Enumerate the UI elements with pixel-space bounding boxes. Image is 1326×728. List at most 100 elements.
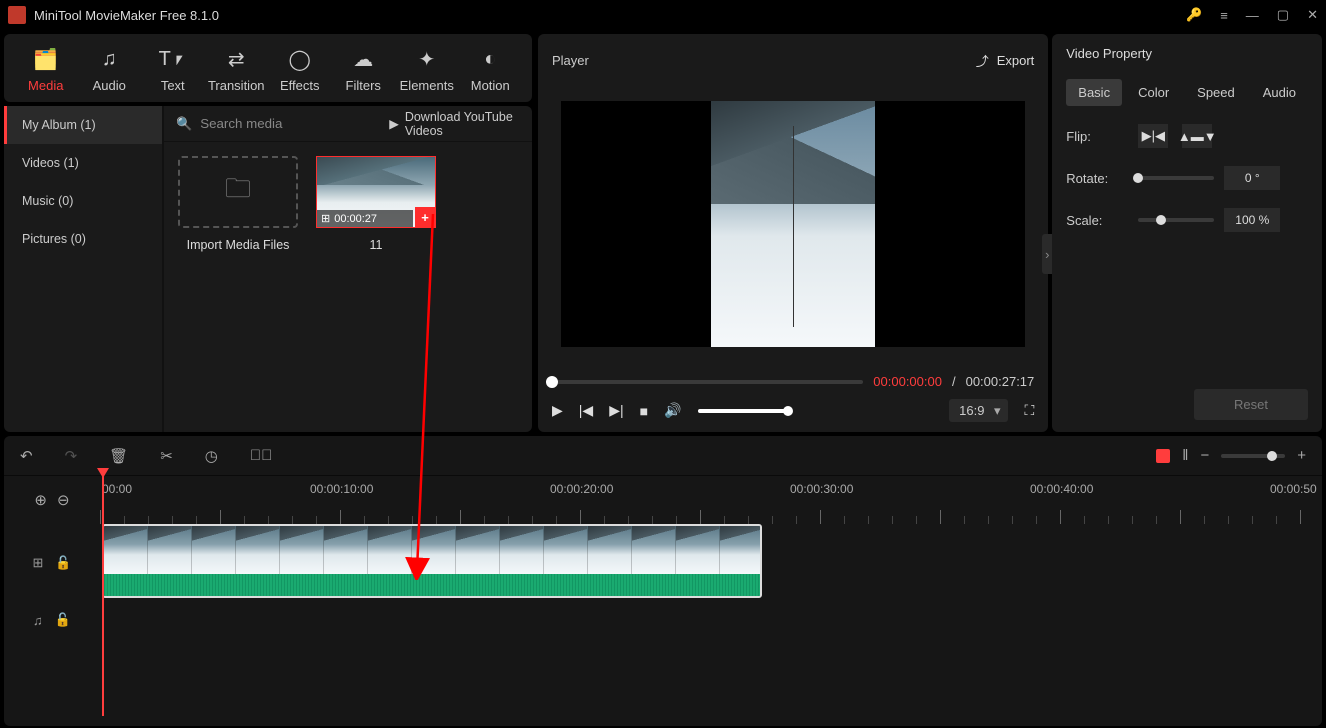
filmstrip-icon: ⊞ xyxy=(321,212,330,225)
tab-audio[interactable]: ♫Audio xyxy=(78,38,142,102)
ruler-label-5: 00:00:50 xyxy=(1270,482,1317,496)
export-label: Export xyxy=(997,53,1035,68)
sidebar-item-videos[interactable]: Videos (1) xyxy=(4,144,162,182)
tab-motion[interactable]: ◐Motion xyxy=(459,38,523,102)
tab-filters-label: Filters xyxy=(346,78,381,93)
ruler-label-2: 00:00:20:00 xyxy=(550,482,613,496)
tab-effects[interactable]: ◯Effects xyxy=(268,38,332,102)
export-button[interactable]: ⤴ Export xyxy=(976,51,1035,70)
key-icon[interactable]: 🔑 xyxy=(1186,7,1202,23)
ruler-label-4: 00:00:40:00 xyxy=(1030,482,1093,496)
prop-tab-basic[interactable]: Basic xyxy=(1066,79,1122,106)
split-button[interactable]: ✂ xyxy=(160,447,173,465)
maximize-icon[interactable]: ▢ xyxy=(1277,7,1289,23)
flip-vertical-button[interactable]: ▲▬▼ xyxy=(1182,124,1212,148)
search-input[interactable] xyxy=(200,116,377,131)
sidebar-item-music[interactable]: Music (0) xyxy=(4,182,162,220)
next-frame-button[interactable]: ▶| xyxy=(609,402,623,419)
close-icon[interactable]: ✕ xyxy=(1307,7,1318,23)
tab-elements-label: Elements xyxy=(400,78,454,93)
time-separator: / xyxy=(952,374,956,389)
download-youtube-link[interactable]: ▶ Download YouTube Videos xyxy=(389,110,520,138)
video-track-lock-icon[interactable]: 🔓 xyxy=(55,555,71,571)
crop-button[interactable]: ✂⃞ xyxy=(250,447,273,464)
scale-slider[interactable] xyxy=(1138,218,1214,222)
timeline-clip[interactable]: ⊞11 xyxy=(102,524,762,598)
tab-media-label: Media xyxy=(28,78,63,93)
ruler-label-3: 00:00:30:00 xyxy=(790,482,853,496)
prop-tab-audio[interactable]: Audio xyxy=(1251,79,1308,106)
transition-icon: ⇄ xyxy=(228,48,245,72)
tab-filters[interactable]: ☁ Filters xyxy=(332,38,396,102)
clip-name-label: 11 xyxy=(316,238,436,252)
tab-text[interactable]: T⎖Text xyxy=(141,38,205,102)
volume-icon[interactable]: 🔊 xyxy=(664,402,681,419)
speed-button[interactable]: ◷ xyxy=(205,447,218,465)
music-track-lock-icon[interactable]: 🔓 xyxy=(55,612,71,628)
sidebar-item-myalbum[interactable]: My Album (1) xyxy=(4,106,162,144)
clip-duration: 00:00:27 xyxy=(334,213,377,225)
tab-transition-label: Transition xyxy=(208,78,265,93)
ruler-label-1: 00:00:10:00 xyxy=(310,482,373,496)
video-track[interactable]: ⊞11 xyxy=(100,524,1322,602)
import-media-box[interactable]: 🗀 xyxy=(178,156,298,228)
add-clip-button[interactable]: + xyxy=(415,207,435,227)
tab-media[interactable]: 🗂️ Media xyxy=(14,38,78,102)
snap-button[interactable]: ‖ xyxy=(1182,447,1188,464)
media-clip-thumb[interactable]: ⊞ 00:00:27 + xyxy=(316,156,436,228)
timeline-ruler[interactable]: 00:00 00:00:10:00 00:00:20:00 00:00:30:0… xyxy=(100,476,1322,524)
undo-button[interactable]: ↶ xyxy=(20,447,33,465)
add-track-button[interactable]: ⊕ xyxy=(34,491,47,509)
scale-value[interactable]: 100 % xyxy=(1224,208,1280,232)
reset-button[interactable]: Reset xyxy=(1194,389,1308,420)
ruler-label-0: 00:00 xyxy=(102,482,132,496)
rotate-slider[interactable] xyxy=(1138,176,1214,180)
flip-horizontal-button[interactable]: ▶|◀ xyxy=(1138,124,1168,148)
remove-track-button[interactable]: ⊖ xyxy=(57,491,70,509)
volume-slider[interactable] xyxy=(698,409,788,413)
fullscreen-button[interactable]: ⛶ xyxy=(1024,402,1034,419)
redo-button[interactable]: ↷ xyxy=(65,447,78,465)
aspect-ratio-select[interactable]: 16:9 xyxy=(949,399,1008,422)
sidebar-item-pictures[interactable]: Pictures (0) xyxy=(4,220,162,258)
sparkle-icon: ✦ xyxy=(418,48,435,72)
time-total: 00:00:27:17 xyxy=(966,374,1035,389)
export-icon: ⤴ xyxy=(976,51,989,70)
youtube-icon: ▶ xyxy=(389,116,399,131)
prop-tab-speed[interactable]: Speed xyxy=(1185,79,1247,106)
stop-button[interactable]: ■ xyxy=(640,403,648,419)
tab-motion-label: Motion xyxy=(471,78,510,93)
filters-icon: ☁ xyxy=(353,48,373,72)
marker-button[interactable] xyxy=(1156,449,1170,463)
folder-icon: 🗂️ xyxy=(33,48,58,72)
app-logo xyxy=(8,6,26,24)
text-icon: T⎖ xyxy=(159,48,187,72)
minimize-icon[interactable]: — xyxy=(1246,8,1259,23)
timeline: ↶ ↷ 🗑 ✂ ◷ ✂⃞ ‖ − + ⊕ ⊖ 00:00 00:00:10:00… xyxy=(4,436,1322,726)
time-current: 00:00:00:00 xyxy=(873,374,942,389)
music-track-icon: ♫ xyxy=(33,613,43,628)
rotate-label: Rotate: xyxy=(1066,171,1138,186)
video-track-icon: ⊞ xyxy=(32,555,43,571)
panel-collapse-handle[interactable]: › xyxy=(1042,234,1052,274)
folder-plus-icon: 🗀 xyxy=(225,170,251,214)
video-preview-box xyxy=(561,101,1025,347)
rotate-value[interactable]: 0 ° xyxy=(1224,166,1280,190)
main-tabs: 🗂️ Media ♫Audio T⎖Text ⇄ Transition ◯Effec… xyxy=(4,34,532,102)
zoom-slider[interactable] xyxy=(1221,454,1285,458)
progress-bar[interactable] xyxy=(552,380,863,384)
tab-transition[interactable]: ⇄ Transition xyxy=(205,38,269,102)
audio-waveform xyxy=(104,574,760,598)
music-track[interactable] xyxy=(100,602,1322,638)
zoom-out-button[interactable]: − xyxy=(1200,447,1209,464)
play-button[interactable]: ▶ xyxy=(552,402,563,419)
prev-frame-button[interactable]: |◀ xyxy=(579,402,593,419)
zoom-in-button[interactable]: + xyxy=(1297,447,1306,464)
search-icon: 🔍 xyxy=(176,116,192,132)
menu-icon[interactable]: ≡ xyxy=(1220,8,1228,23)
video-frame[interactable] xyxy=(711,101,875,347)
download-youtube-label: Download YouTube Videos xyxy=(405,110,520,138)
tab-elements[interactable]: ✦ Elements xyxy=(395,38,459,102)
delete-button[interactable]: 🗑 xyxy=(109,447,128,465)
prop-tab-color[interactable]: Color xyxy=(1126,79,1181,106)
